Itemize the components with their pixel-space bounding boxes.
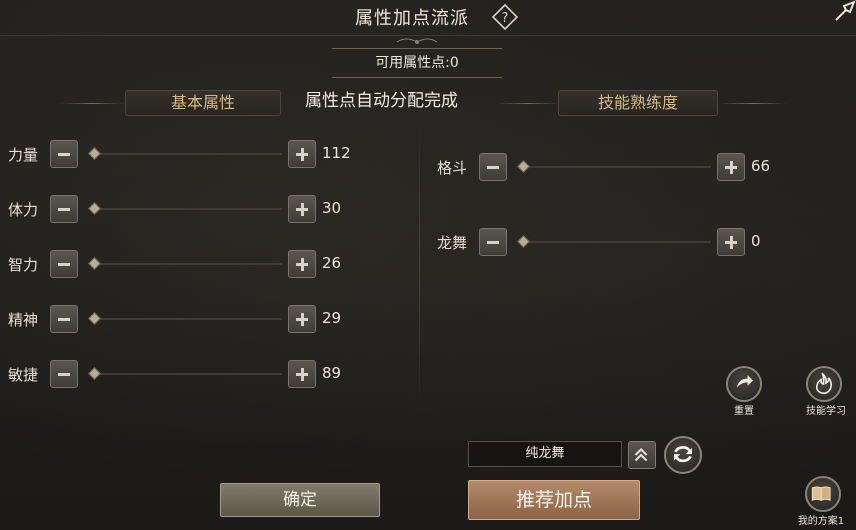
switch-plan-button[interactable] xyxy=(664,436,702,474)
column-divider xyxy=(419,120,420,410)
attribute-row-strength: 力量 112 xyxy=(8,140,368,170)
slider-thumb[interactable] xyxy=(517,235,530,248)
decrease-button[interactable] xyxy=(50,360,78,388)
tab-divider xyxy=(718,103,788,104)
attribute-slider-track[interactable] xyxy=(92,153,282,155)
slider-thumb[interactable] xyxy=(88,312,101,325)
slider-thumb[interactable] xyxy=(88,147,101,160)
attribute-slider-track[interactable] xyxy=(92,208,282,210)
title-bar: 属性加点流派 ? xyxy=(0,0,856,36)
decrease-button[interactable] xyxy=(50,250,78,278)
attribute-row-stamina: 体力 30 xyxy=(8,195,368,225)
increase-button[interactable] xyxy=(288,305,316,333)
increase-button[interactable] xyxy=(717,153,745,181)
decrease-button[interactable] xyxy=(50,305,78,333)
decrease-button[interactable] xyxy=(479,228,507,256)
skill-value: 0 xyxy=(751,232,761,250)
attribute-label: 智力 xyxy=(8,256,39,274)
attribute-label: 敏捷 xyxy=(8,366,39,384)
attribute-row-agility: 敏捷 89 xyxy=(8,360,368,390)
tab-skill-proficiency[interactable]: 技能熟练度 xyxy=(558,90,718,116)
attribute-label: 体力 xyxy=(8,201,39,219)
skill-label: 龙舞 xyxy=(437,234,468,252)
skill-row-dragon-dance: 龙舞 0 xyxy=(437,228,797,258)
game-panel: 属性加点流派 ? 可用属性点:0 基本属性 属性点自动分配完成 技能熟练度 力量… xyxy=(0,0,856,530)
available-points-text: 可用属性点:0 xyxy=(375,55,459,71)
available-points-frame: 可用属性点:0 xyxy=(332,48,502,78)
attribute-value: 29 xyxy=(322,309,342,327)
tab-basic-attributes[interactable]: 基本属性 xyxy=(125,90,281,116)
double-chevron-up-icon xyxy=(634,447,648,462)
slider-thumb[interactable] xyxy=(88,257,101,270)
slider-thumb[interactable] xyxy=(517,160,530,173)
skill-slider-track[interactable] xyxy=(521,166,711,168)
book-icon xyxy=(811,486,831,501)
slider-thumb[interactable] xyxy=(88,202,101,215)
increase-button[interactable] xyxy=(288,250,316,278)
attribute-value: 26 xyxy=(322,254,342,272)
skill-value: 66 xyxy=(751,157,771,175)
tab-divider xyxy=(60,103,125,104)
attribute-row-spirit: 精神 29 xyxy=(8,305,368,335)
ornament-icon xyxy=(396,38,438,44)
decrease-button[interactable] xyxy=(50,195,78,223)
confirm-button[interactable]: 确定 xyxy=(220,483,380,517)
expand-plan-button[interactable] xyxy=(628,441,656,469)
decrease-button[interactable] xyxy=(50,140,78,168)
attribute-label: 力量 xyxy=(8,146,39,164)
panel-title: 属性加点流派 xyxy=(355,8,469,29)
my-plan-label: 我的方案1 xyxy=(797,516,845,527)
auto-allocate-message: 属性点自动分配完成 xyxy=(305,91,458,111)
attribute-value: 89 xyxy=(322,364,342,382)
plan-select[interactable]: 纯龙舞 xyxy=(468,441,622,467)
decrease-button[interactable] xyxy=(479,153,507,181)
increase-button[interactable] xyxy=(288,195,316,223)
attribute-value: 30 xyxy=(322,199,342,217)
my-plan-button[interactable] xyxy=(805,476,841,512)
increase-button[interactable] xyxy=(288,140,316,168)
attribute-value: 112 xyxy=(322,144,351,162)
attribute-slider-track[interactable] xyxy=(92,373,282,375)
skill-slider-track[interactable] xyxy=(521,241,711,243)
attribute-label: 精神 xyxy=(8,311,39,329)
reset-label: 重置 xyxy=(734,406,754,417)
attribute-row-intelligence: 智力 26 xyxy=(8,250,368,280)
increase-button[interactable] xyxy=(717,228,745,256)
skill-learn-label: 技能学习 xyxy=(806,406,846,417)
cycle-arrows-icon xyxy=(674,446,692,463)
attribute-slider-track[interactable] xyxy=(92,318,282,320)
skill-learn-button[interactable] xyxy=(806,366,842,402)
recommend-points-button[interactable]: 推荐加点 xyxy=(468,480,640,520)
flame-icon xyxy=(815,372,833,395)
pin-icon[interactable] xyxy=(832,0,856,22)
reset-arrow-icon xyxy=(736,375,753,388)
skill-label: 格斗 xyxy=(437,159,468,177)
reset-button[interactable] xyxy=(726,366,762,402)
attribute-slider-track[interactable] xyxy=(92,263,282,265)
question-diamond-icon[interactable]: ? xyxy=(492,4,518,30)
skill-row-fighting: 格斗 66 xyxy=(437,153,797,183)
increase-button[interactable] xyxy=(288,360,316,388)
tab-divider xyxy=(498,103,558,104)
slider-thumb[interactable] xyxy=(88,367,101,380)
svg-text:?: ? xyxy=(502,11,509,26)
